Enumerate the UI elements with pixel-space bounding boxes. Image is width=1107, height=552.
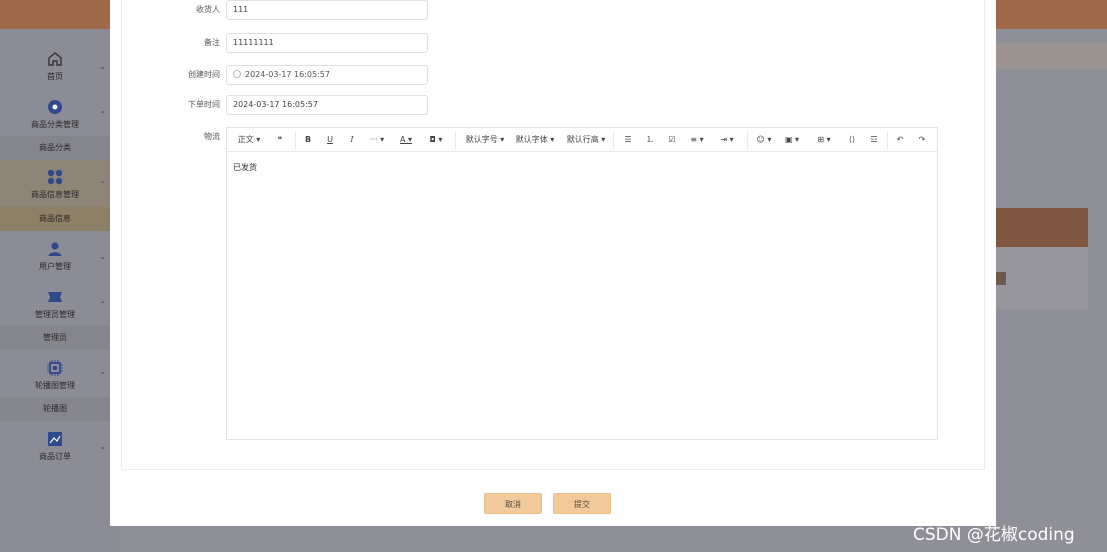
toolbar-divider [613, 131, 614, 149]
todo-checkbox-icon[interactable]: ☑ [665, 134, 679, 146]
editor-toolbar: 正文 ▾ ❝ B U I ··· ▾ A ▾ ◘ ▾ 默认字号 ▾ 默认字体 ▾… [227, 128, 937, 152]
insert-image-icon[interactable]: ▣ ▾ [783, 134, 801, 146]
order-time-label: 下单时间 [188, 100, 220, 109]
image-icon [48, 432, 62, 446]
font-color-icon[interactable]: A ▾ [397, 134, 415, 146]
sidebar-item-label: 商品分类管理 [31, 120, 79, 129]
logistics-label: 物流 [204, 132, 220, 141]
font-size-label: 默认字号 [465, 135, 498, 144]
insert-table-icon[interactable]: ⊞ ▾ [815, 134, 833, 146]
numbered-list-icon[interactable]: ⒈ [643, 134, 657, 146]
receiver-input[interactable]: 111 [226, 0, 428, 20]
home-icon [48, 52, 62, 66]
sidebar-sub-item-admin[interactable]: 管理员 [0, 326, 110, 350]
toolbar-divider [747, 131, 748, 149]
submit-button[interactable]: 提交 [553, 493, 611, 514]
clock-icon [233, 70, 241, 78]
toolbar-divider [887, 131, 888, 149]
sidebar-item-category-manage[interactable]: 商品分类管理 ⌃ [0, 98, 110, 130]
bold-icon[interactable]: B [301, 134, 315, 146]
chip-icon [47, 360, 63, 376]
sidebar-item-admin-manage[interactable]: 管理员管理 ⌃ [0, 288, 110, 320]
italic-icon[interactable]: I [345, 134, 359, 146]
line-height-label: 默认行高 [566, 135, 599, 144]
logistics-rich-editor[interactable]: 正文 ▾ ❝ B U I ··· ▾ A ▾ ◘ ▾ 默认字号 ▾ 默认字体 ▾… [226, 127, 938, 440]
paragraph-label: 正文 [237, 135, 254, 144]
background-panel [996, 208, 1088, 247]
sidebar-item-label: 商品信息管理 [31, 190, 79, 199]
background-color-icon[interactable]: ◘ ▾ [427, 134, 445, 146]
bullet-list-icon[interactable]: ☰ [621, 134, 635, 146]
background-card [996, 247, 1088, 309]
indent-icon[interactable]: ⇥ ▾ [717, 134, 737, 146]
sidebar-item-label: 管理员管理 [35, 310, 75, 319]
toolbar-divider [455, 131, 456, 149]
toolbar-divider [295, 131, 296, 149]
sidebar-item-carousel-manage[interactable]: 轮播图管理 ⌃ [0, 359, 110, 391]
edit-order-dialog: 收货人 111 备注 11111111 创建时间 2024-03-17 16:0… [110, 0, 996, 526]
chevron-down-icon: ⌄ [99, 62, 106, 71]
sidebar-item-label: 商品订单 [39, 452, 71, 461]
watermark-text: CSDN @花椒coding [913, 525, 1075, 545]
created-time-label: 创建时间 [188, 70, 220, 79]
undo-icon[interactable]: ↶ [893, 134, 907, 146]
sidebar-item-label: 轮播图管理 [35, 381, 75, 390]
sidebar-sub-item-category[interactable]: 商品分类 [0, 136, 110, 160]
remark-label: 备注 [204, 38, 220, 47]
chevron-up-icon: ⌃ [99, 371, 106, 380]
redo-icon[interactable]: ↷ [915, 134, 929, 146]
sidebar-item-home[interactable]: 首页 ⌄ [0, 50, 110, 82]
grid-icon [47, 169, 63, 185]
chevron-down-icon: ⌄ [99, 252, 106, 261]
more-style-icon[interactable]: ··· ▾ [367, 134, 387, 146]
chevron-down-icon: ⌄ [99, 442, 106, 451]
cancel-button[interactable]: 取消 [484, 493, 542, 514]
emoji-icon[interactable]: ☺ ▾ [755, 134, 773, 146]
category-icon [48, 100, 62, 114]
quote-icon[interactable]: ❝ [273, 134, 287, 146]
chevron-up-icon: ⌃ [99, 180, 106, 189]
admin-card-icon [48, 292, 62, 302]
receiver-label: 收货人 [196, 5, 220, 14]
chevron-up-icon: ⌃ [99, 300, 106, 309]
created-time-picker[interactable]: 2024-03-17 16:05:57 [226, 65, 428, 85]
sidebar-sub-item-product-info[interactable]: 商品信息 [0, 207, 110, 231]
created-time-value: 2024-03-17 16:05:57 [245, 70, 330, 79]
sidebar-sub-item-carousel[interactable]: 轮播图 [0, 397, 110, 421]
sidebar-item-product-info-manage[interactable]: 商品信息管理 ⌃ [0, 160, 110, 208]
font-size-dropdown[interactable]: 默认字号 ▾ [465, 134, 505, 146]
align-icon[interactable]: ≡ ▾ [687, 134, 707, 146]
code-icon[interactable]: ⟨⟩ [845, 134, 859, 146]
user-icon [48, 242, 62, 256]
chevron-up-icon: ⌃ [99, 110, 106, 119]
line-height-dropdown[interactable]: 默认行高 ▾ [566, 134, 606, 146]
sidebar-item-label: 用户管理 [39, 262, 71, 271]
sidebar-item-label: 首页 [47, 72, 63, 81]
divider-line-icon[interactable]: ☲ [867, 134, 881, 146]
font-family-dropdown[interactable]: 默认字体 ▾ [515, 134, 555, 146]
remark-input[interactable]: 11111111 [226, 33, 428, 53]
editor-content[interactable]: 已发货 [233, 162, 257, 173]
sidebar-item-user-manage[interactable]: 用户管理 ⌄ [0, 240, 110, 272]
background-strip [996, 43, 1107, 69]
underline-icon[interactable]: U [323, 134, 337, 146]
paragraph-dropdown[interactable]: 正文 ▾ [237, 134, 261, 146]
order-time-input[interactable]: 2024-03-17 16:05:57 [226, 95, 428, 115]
font-family-label: 默认字体 [515, 135, 548, 144]
sidebar-item-orders[interactable]: 商品订单 ⌄ [0, 430, 110, 462]
